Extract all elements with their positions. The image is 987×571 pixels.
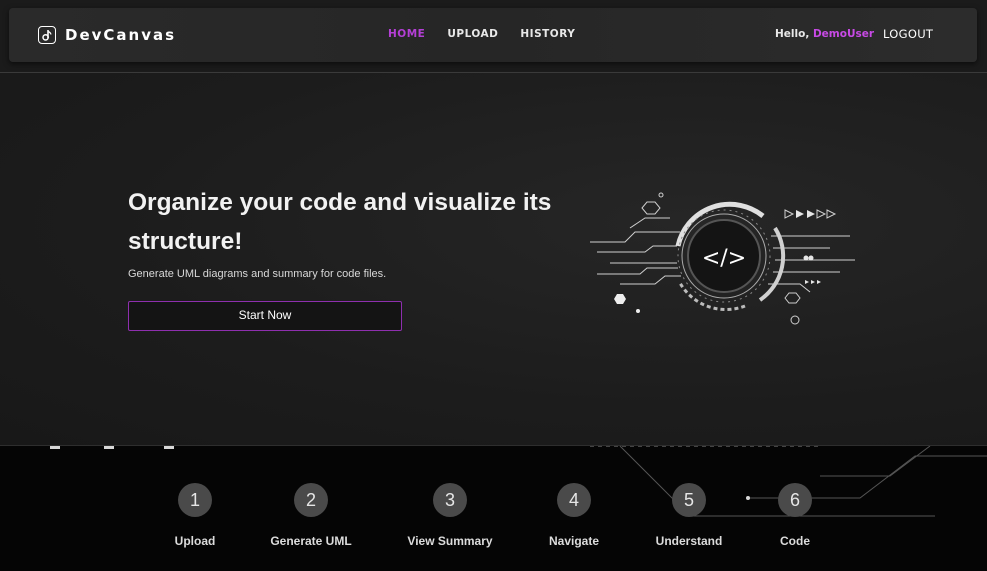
step-label: Navigate bbox=[548, 534, 600, 548]
step-label: Generate UML bbox=[270, 534, 352, 548]
navbar: DevCanvas HOME UPLOAD HISTORY Hello, Dem… bbox=[9, 8, 977, 62]
start-now-button[interactable]: Start Now bbox=[128, 301, 402, 331]
step-3: 3 View Summary bbox=[400, 483, 500, 548]
step-1: 1 Upload bbox=[155, 483, 235, 548]
step-label: View Summary bbox=[407, 534, 493, 548]
logout-button[interactable]: LOGOUT bbox=[883, 27, 933, 41]
step-number: 2 bbox=[294, 483, 328, 517]
code-tag-icon: </> bbox=[702, 246, 746, 271]
step-6: 6 Code bbox=[755, 483, 835, 548]
step-2: 2 Generate UML bbox=[266, 483, 356, 548]
hero-title: Organize your code and visualize its str… bbox=[128, 189, 552, 255]
nav-home[interactable]: HOME bbox=[388, 28, 425, 40]
nav-history[interactable]: HISTORY bbox=[520, 28, 575, 40]
step-4: 4 Navigate bbox=[534, 483, 614, 548]
step-number: 3 bbox=[433, 483, 467, 517]
step-label: Understand bbox=[655, 534, 723, 548]
main-nav: HOME UPLOAD HISTORY bbox=[388, 28, 597, 40]
step-number: 5 bbox=[672, 483, 706, 517]
greeting-prefix: Hello, bbox=[775, 28, 813, 40]
nav-upload[interactable]: UPLOAD bbox=[447, 28, 498, 40]
user-greeting: Hello, DemoUser bbox=[775, 28, 874, 40]
step-label: Code bbox=[780, 534, 810, 548]
step-number: 1 bbox=[178, 483, 212, 517]
step-5: 5 Understand bbox=[644, 483, 734, 548]
username: DemoUser bbox=[812, 28, 875, 40]
hero-subtitle: Generate UML diagrams and summary for co… bbox=[128, 268, 387, 280]
step-number: 6 bbox=[778, 483, 812, 517]
code-circuit-illustration: </> bbox=[585, 188, 865, 337]
steps-section: 1 Upload 2 Generate UML 3 View Summary 4… bbox=[0, 445, 987, 571]
brand-name: DevCanvas bbox=[65, 26, 177, 44]
code-file-logo-icon bbox=[38, 26, 56, 44]
step-label: Upload bbox=[174, 534, 216, 548]
brand-logo[interactable]: DevCanvas bbox=[38, 24, 176, 46]
step-number: 4 bbox=[557, 483, 591, 517]
